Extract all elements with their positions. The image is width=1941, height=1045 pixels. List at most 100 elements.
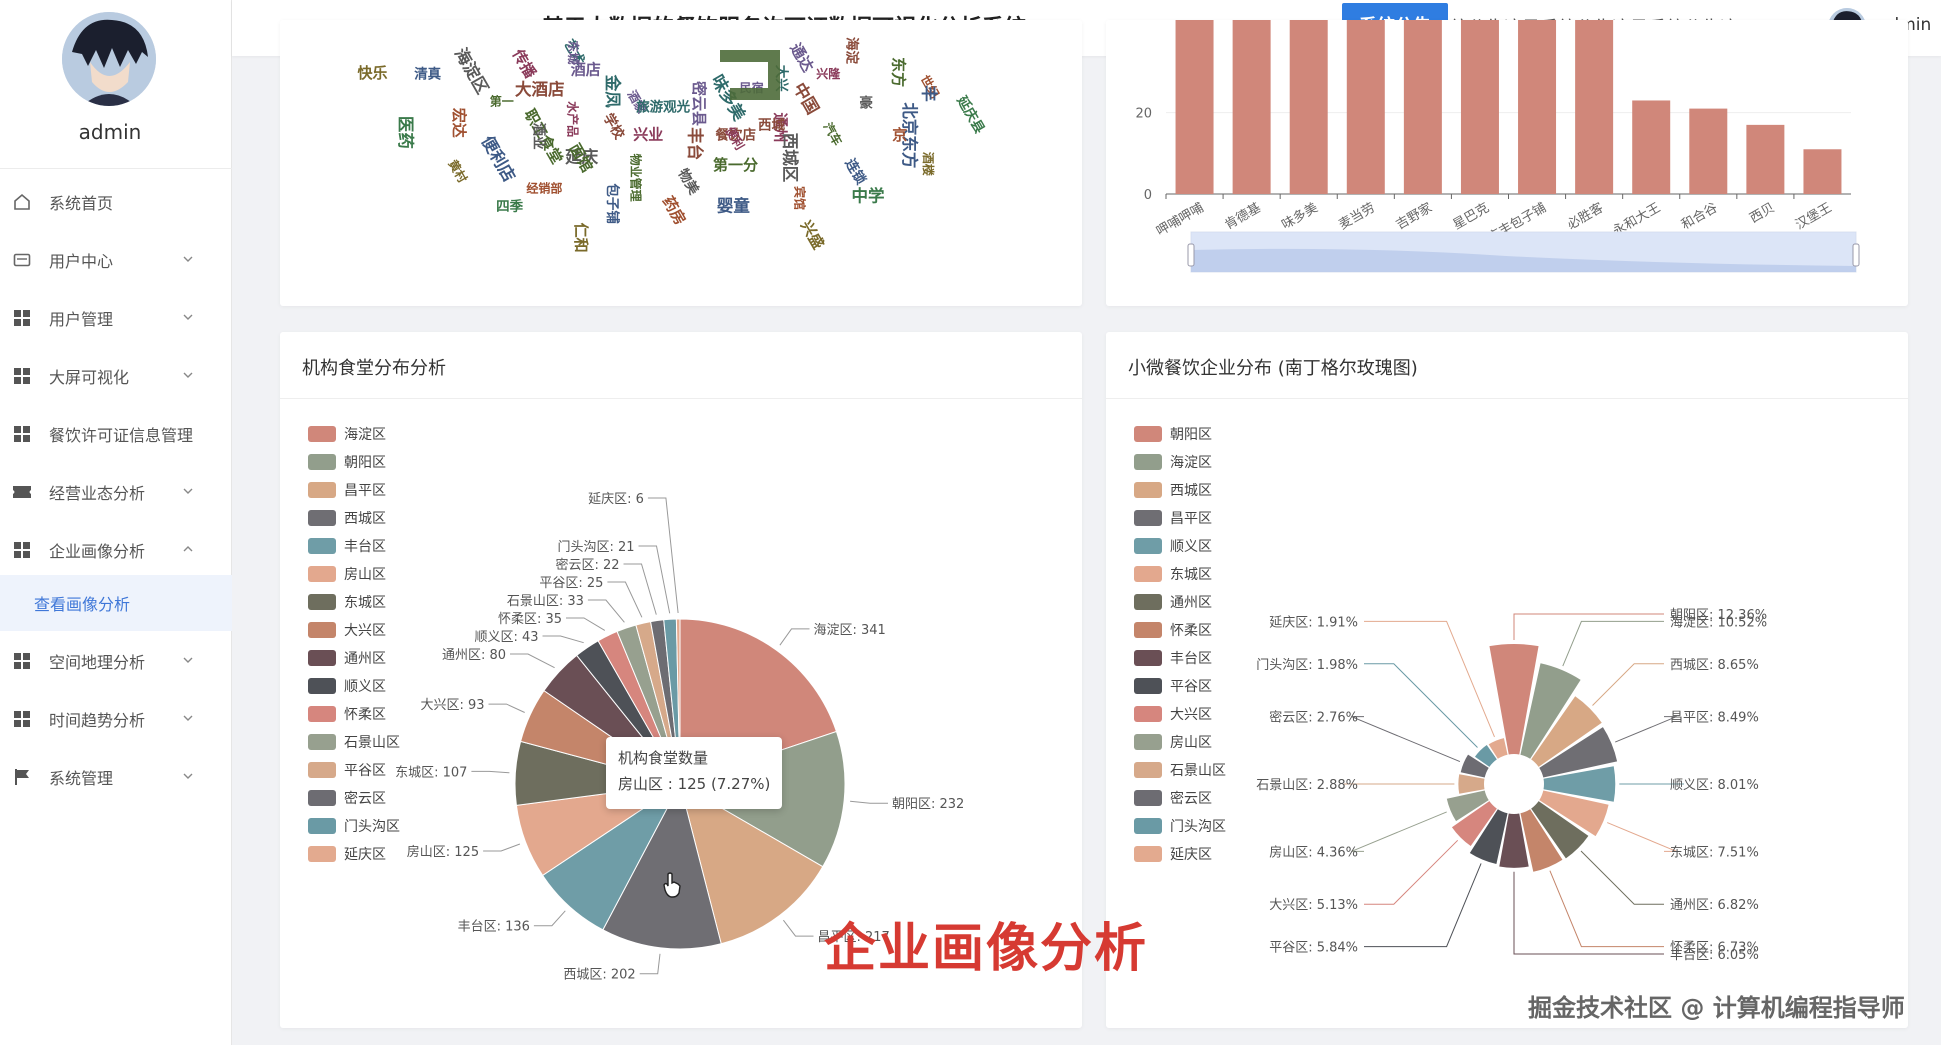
y-tick-label: 0 xyxy=(1144,188,1152,203)
pie-label: 房山区: 125 xyxy=(407,844,479,860)
rose-label: 西城区: 8.65% xyxy=(1670,658,1759,673)
rose-label: 通州区: 6.82% xyxy=(1670,898,1759,913)
chevron-down-icon xyxy=(182,709,194,721)
chevron-down-icon xyxy=(182,366,194,378)
bar[interactable] xyxy=(1289,20,1328,194)
wordcloud-word: 四季 xyxy=(496,198,523,215)
bar[interactable] xyxy=(1746,124,1785,194)
rose-label-line xyxy=(1513,871,1664,955)
rose-label-line xyxy=(1351,716,1461,763)
pie-label-line xyxy=(639,953,661,975)
wordcloud-word: 兴隆 xyxy=(816,66,841,81)
sidebar-item-label: 用户管理 xyxy=(49,310,114,329)
wordcloud-word: 物业管理 xyxy=(628,154,643,202)
wordcloud-word: 东方 xyxy=(889,57,907,87)
wordcloud-word: 宏达 xyxy=(450,108,468,138)
sidebar-item-2[interactable]: 用户中心 xyxy=(0,232,232,288)
x-tick-label: 和合谷 xyxy=(1679,200,1720,232)
x-tick-label: 味多美 xyxy=(1279,200,1321,233)
zoom-handle-right[interactable] xyxy=(1852,243,1860,267)
x-tick-label: 麦当劳 xyxy=(1336,200,1378,233)
overlay-caption: 企业画像分析 xyxy=(824,919,1149,979)
pie-label-line xyxy=(587,599,625,623)
rose-label: 海淀区: 10.52% xyxy=(1670,615,1767,630)
y-tick-label: 20 xyxy=(1135,107,1152,122)
sidebar-item-3[interactable]: 用户管理 xyxy=(0,290,232,346)
pie-label-line xyxy=(779,628,810,646)
bar-chart: 020呷哺呷哺 肯德基 味多美 麦当劳 吉野家 星巴克庆丰包子铺 必胜客 永和大王 和合谷 西贝汉… xyxy=(1135,20,1860,273)
bar[interactable] xyxy=(1575,20,1614,194)
wordcloud-word: 通达 xyxy=(786,40,817,75)
wordcloud-word: 学校 xyxy=(600,110,628,142)
pie-label-line xyxy=(533,910,566,927)
sidebar-item-1[interactable]: 系统首页 xyxy=(0,174,232,230)
wordcloud-word: 西城 xyxy=(758,116,786,133)
pie-label-line xyxy=(542,635,584,644)
wordcloud-word: 中学 xyxy=(852,186,885,206)
pie-label-line xyxy=(488,703,525,713)
sidebar-item-4[interactable]: 大屏可视化 xyxy=(0,348,232,404)
x-tick-label: 肯德基 xyxy=(1222,200,1263,232)
x-tick-label: 星巴克 xyxy=(1451,200,1492,232)
rose-label: 门头沟区: 1.98% xyxy=(1256,658,1358,673)
wordcloud-word: 水产品 xyxy=(565,101,580,137)
sidebar-item-label: 系统首页 xyxy=(49,194,114,213)
bar[interactable] xyxy=(1232,20,1271,194)
flag-icon xyxy=(12,767,32,787)
rose-label-line xyxy=(1513,613,1664,640)
wordcloud-word: 经销部 xyxy=(526,181,562,196)
sidebar-item-9[interactable]: 空间地理分析 xyxy=(0,633,232,689)
bar[interactable] xyxy=(1403,20,1442,194)
sidebar-item-label: 餐饮许可证信息管理 xyxy=(49,426,194,445)
rose-label-line xyxy=(1364,620,1495,738)
chevron-up-icon xyxy=(182,540,194,552)
sidebar-item-8[interactable]: 查看画像分析 xyxy=(0,575,232,631)
mouse-cursor-icon xyxy=(663,872,681,898)
wordcloud-word: 婴童 xyxy=(717,195,751,215)
pie-label: 延庆区: 6 xyxy=(588,492,644,507)
rose-label: 延庆区: 1.91% xyxy=(1269,615,1358,630)
bar[interactable] xyxy=(1518,20,1557,194)
sidebar-item-5[interactable]: 餐饮许可证信息管理 xyxy=(0,406,232,462)
rose-label: 丰台区: 6.05% xyxy=(1670,948,1759,963)
grid-icon xyxy=(12,540,32,560)
chevron-down-icon xyxy=(182,651,194,663)
bar[interactable] xyxy=(1803,149,1842,194)
sidebar-item-7[interactable]: 企业画像分析 xyxy=(0,522,232,578)
rose-label-line xyxy=(1615,716,1677,743)
bar[interactable] xyxy=(1346,20,1385,194)
wordcloud-word: 海淀区 xyxy=(451,44,493,97)
sidebar-item-11[interactable]: 系统管理 xyxy=(0,749,232,805)
watermark: 掘金技术社区 @ 计算机编程指导师 xyxy=(1528,994,1905,1022)
x-tick-label: 汉堡王 xyxy=(1793,200,1835,233)
sidebar-item-10[interactable]: 时间趋势分析 xyxy=(0,691,232,747)
rose-petal[interactable] xyxy=(1458,774,1485,794)
zoom-handle-left[interactable] xyxy=(1187,243,1195,267)
wordcloud-card: 餐饮店 职工食堂 北京东方 艺术 通州 延庆 世纪 酒店 中国 物业管理 清真 兴盛 金凤 兴隆 物美 宏达中… xyxy=(280,20,1082,306)
avatar-image xyxy=(62,12,156,106)
wordcloud-word: 旅游观光 xyxy=(636,99,690,116)
pie-label: 东城区: 107 xyxy=(395,765,467,780)
pie-label: 大兴区: 93 xyxy=(420,698,484,713)
wordcloud-word: 便利店 xyxy=(478,132,520,185)
wordcloud-word: 黄村 xyxy=(445,157,470,185)
wordcloud-word: 宾馆 xyxy=(792,186,807,210)
sidebar-item-6[interactable]: 经营业态分析 xyxy=(0,464,232,520)
pie-label: 门头沟区: 21 xyxy=(557,540,634,555)
wordcloud-word: 密云县 xyxy=(690,81,708,126)
sidebar-item-label: 用户中心 xyxy=(49,252,114,271)
pie-label: 怀柔区: 35 xyxy=(498,612,562,627)
avatar[interactable] xyxy=(62,12,156,106)
sidebar-item-label: 时间趋势分析 xyxy=(49,711,146,730)
rose-label: 石景山区: 2.88% xyxy=(1256,778,1358,793)
data-zoom-slider[interactable] xyxy=(1190,231,1857,273)
bar[interactable] xyxy=(1689,108,1728,194)
id-card-icon xyxy=(12,250,32,270)
bar[interactable] xyxy=(1460,20,1499,194)
pie-label-line xyxy=(483,843,521,852)
sidebar-item-label: 经营业态分析 xyxy=(49,484,146,503)
bar[interactable] xyxy=(1632,100,1671,194)
wordcloud-word: 延庆县 xyxy=(953,92,989,137)
bar[interactable] xyxy=(1175,20,1214,194)
pie-label: 平谷区: 25 xyxy=(539,576,603,591)
